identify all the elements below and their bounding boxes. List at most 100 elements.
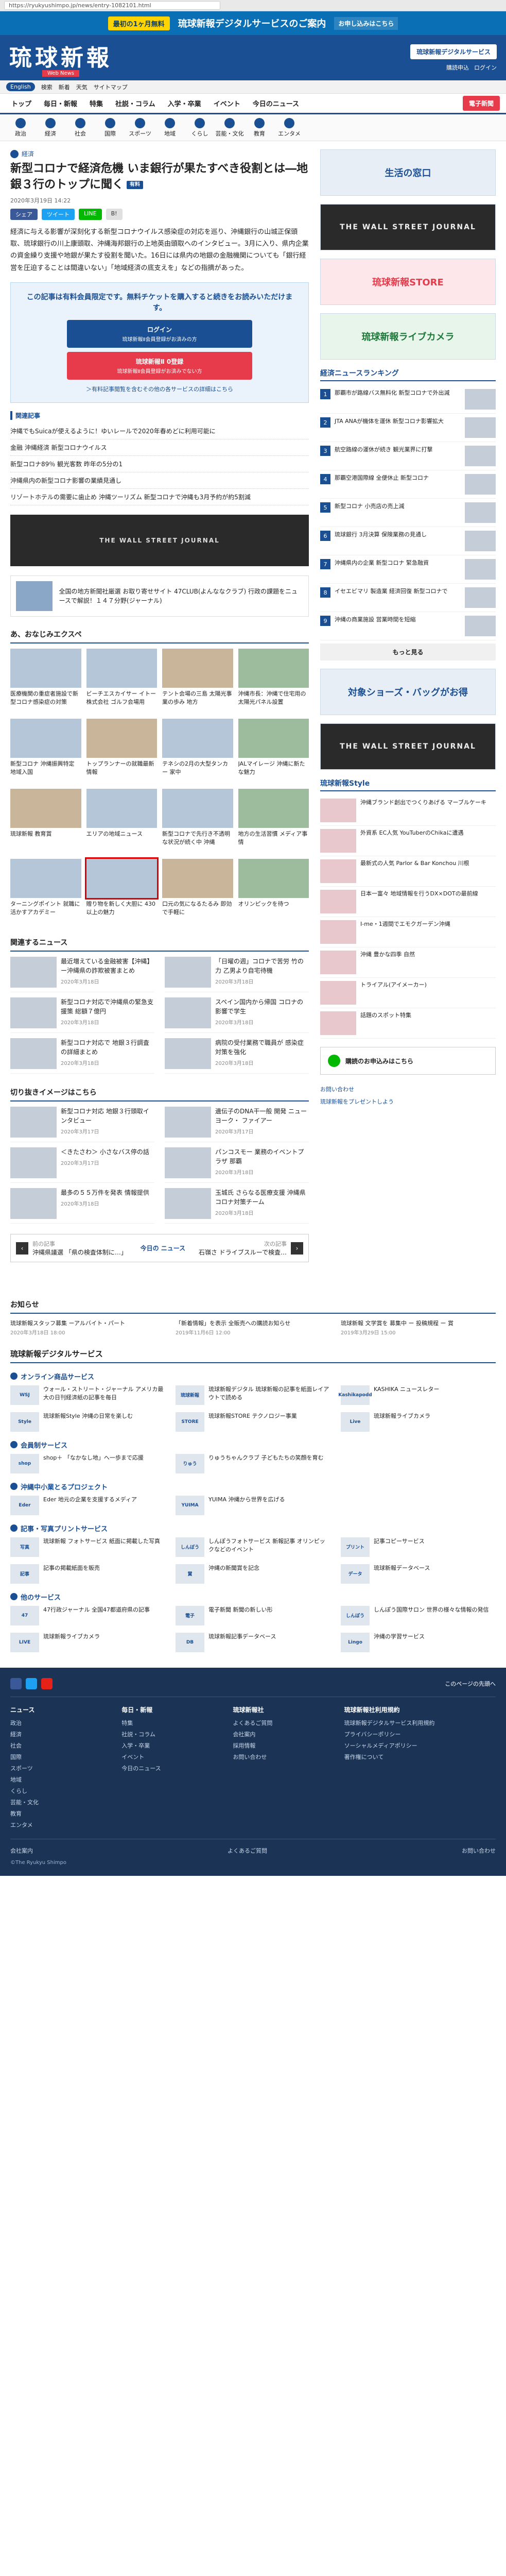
recommend-card[interactable]: 沖縄市長：沖縄で住宅用の太陽光パネル設置 [238, 649, 309, 714]
gnav-event[interactable]: イベント [208, 98, 246, 108]
service-item[interactable]: LIVE 琉球新報ライブカメラ [10, 1632, 165, 1652]
service-item[interactable]: 琉球新報 琉球新報デジタル 琉球新報の記事を紙面レイアウトで読める [176, 1385, 330, 1405]
cat-politics[interactable]: 政治 [6, 117, 35, 138]
line-subscribe-box[interactable]: 購読のお申込みはこちら [320, 1047, 496, 1075]
news-item[interactable]: スペイン国内から帰国 コロナの影響で学生 2020年3月18日 [165, 997, 309, 1033]
style-item[interactable]: 外資系 EC人気 YouTuberのChikaに遭遇 [320, 826, 496, 856]
today-news-link[interactable]: 今日の ニュース [141, 1244, 186, 1252]
footer-link[interactable]: ソーシャルメディアポリシー [344, 1740, 496, 1751]
footer-link[interactable]: 社説・コラム [121, 1728, 222, 1740]
ranking-item[interactable]: 4 那覇空港国際線 全便休止 新型コロナ [320, 470, 496, 499]
paywall-login-button[interactable]: ログイン 琉球新報Ⅱ会員登録がお済みの方 [67, 320, 252, 348]
service-item[interactable]: WSJ ウォール・ストリート・ジャーナル アメリカ最大の日刊経済紙の記事を毎日 [10, 1385, 165, 1405]
external-ad[interactable]: 全国の地方新聞社厳選 お取り寄せサイト 47CLUB(よんななクラブ) 行政の課… [10, 575, 309, 617]
service-item[interactable]: りゅう りゅうちゃんクラブ 子どもたちの笑顔を育む [176, 1453, 330, 1473]
gnav-column[interactable]: 社説・コラム [110, 98, 161, 108]
address-bar[interactable]: https://ryukyushimpo.jp/news/entry-10821… [4, 1, 220, 10]
site-logo[interactable]: 琉球新報 Web News [9, 39, 112, 77]
paywall-note-link[interactable]: ＞有料記事閲覧を含むその他の各サービスの詳細はこちら [20, 385, 299, 393]
service-item[interactable]: しんぽう しんぽう国際サロン 世界の様々な情報の発信 [341, 1605, 496, 1625]
pick-item[interactable]: 玉城氏 さらなる医療支援 沖縄県 コロナ対策チーム 2020年3月18日 [165, 1188, 309, 1224]
footer-link[interactable]: 琉球新報デジタルサービス利用規約 [344, 1717, 496, 1728]
ranking-item[interactable]: 8 イセエビマリ 製造業 経済回復 新型コロナで [320, 584, 496, 612]
gnav-top[interactable]: トップ [6, 98, 37, 108]
contact-footer-link[interactable]: お問い合わせ [462, 1846, 496, 1855]
login-link[interactable]: ログイン [474, 63, 497, 72]
footer-link[interactable]: 国際 [10, 1751, 111, 1762]
cat-sports[interactable]: スポーツ [126, 117, 154, 138]
footer-link[interactable]: 芸能・文化 [10, 1797, 111, 1808]
recommend-card[interactable]: テント会場の三島 太陽光事業の歩み 地方 [162, 649, 233, 714]
bookmark-button[interactable]: B! [106, 208, 123, 220]
cat-society[interactable]: 社会 [66, 117, 95, 138]
service-item[interactable]: 47 47行政ジャーナル 全国47都道府県の記事 [10, 1605, 165, 1625]
notice-item[interactable]: 「新着情報」を表示 全販売への購読お知らせ 2019年11月6日 12:00 [176, 1319, 330, 1336]
latest-link[interactable]: 新着 [59, 83, 70, 91]
news-item[interactable]: 「日曜の週」コロナで苦労 竹の力 乙男より自宅待機 2020年3月18日 [165, 957, 309, 993]
related-item[interactable]: リゾートホテルの需要に歯止め 沖縄ツーリズム 新型コロナで沖縄も3月予約が約5割… [10, 489, 309, 506]
service-item[interactable]: データ 琉球新報データベース [341, 1564, 496, 1584]
contact-link[interactable]: お問い合わせ [320, 1083, 496, 1095]
company-info-link[interactable]: 会社案内 [10, 1846, 33, 1855]
cat-culture[interactable]: 芸能・文化 [215, 117, 244, 138]
news-item[interactable]: 最近増えている金融被害【沖縄】 ー沖縄県の詐欺被害まとめ 2020年3月18日 [10, 957, 154, 993]
ranking-item[interactable]: 3 航空路線の運休が続き 観光業界に打撃 [320, 442, 496, 470]
prev-article[interactable]: ‹ 前の記事 沖縄県議選 「県の検査体制に…」 [16, 1240, 127, 1257]
recommend-card[interactable]: 琉球新報 教育賞 [10, 789, 81, 854]
ranking-item[interactable]: 7 沖縄県内の企業 新型コロナ 緊急融資 [320, 555, 496, 584]
footer-link[interactable]: 採用情報 [233, 1740, 334, 1751]
footer-link[interactable]: 教育 [10, 1808, 111, 1819]
recommend-card[interactable]: オリンピックを待つ [238, 859, 309, 924]
footer-link[interactable]: 今日のニュース [121, 1762, 222, 1774]
recommend-card[interactable]: エリアの地域ニュース [86, 789, 157, 854]
wsj-ad-banner[interactable]: THE WALL STREET JOURNAL [10, 515, 309, 567]
footer-link[interactable]: 社会 [10, 1740, 111, 1751]
faq-link[interactable]: よくあるご質問 [228, 1846, 267, 1855]
news-item[interactable]: 病院の受付業務で職員が 感染症対策を強化 2020年3月18日 [165, 1038, 309, 1074]
pick-item[interactable]: パンコスモー 業務のイベントプラザ 那覇 2020年3月18日 [165, 1147, 309, 1183]
next-article[interactable]: 次の記事 石嶺さ ドライブスルーで検査… › [199, 1240, 303, 1257]
service-item[interactable]: 写真 琉球新報 フォトサービス 紙面に掲載した写真 [10, 1537, 165, 1557]
sidebar-ad-window[interactable]: 生活の窓口 [320, 149, 496, 196]
ranking-item[interactable]: 5 新型コロナ 小売店の売上減 [320, 499, 496, 527]
style-item[interactable]: 日本一富々 地域情報を行うDX×DOTの最前線 [320, 887, 496, 917]
gift-link[interactable]: 琉球新報をプレゼントしよう [320, 1095, 496, 1108]
pick-item[interactable]: 最多の５５万件を発表 情報提供 2020年3月18日 [10, 1188, 154, 1224]
related-item[interactable]: 沖縄県内の新型コロナ影響の業績見通し [10, 472, 309, 489]
footer-link[interactable]: プライバシーポリシー [344, 1728, 496, 1740]
sitemap-link[interactable]: サイトマップ [94, 83, 128, 91]
style-item[interactable]: 沖縄 豊かな四季 自然 [320, 947, 496, 978]
sidebar-wsj-ad-2[interactable]: THE WALL STREET JOURNAL [320, 723, 496, 770]
service-item[interactable]: YUIMA YUIMA 沖縄から世界を広げる [176, 1495, 330, 1515]
promo-banner[interactable]: 最初の1ヶ月無料 琉球新報デジタルサービスのご案内 お申し込みはこちら [0, 11, 506, 35]
back-to-top-link[interactable]: このページの先頭へ [445, 1680, 496, 1688]
article-category[interactable]: 経済 [10, 149, 309, 158]
english-link[interactable]: English [6, 82, 35, 91]
recommend-card[interactable]: 新型コロナ 沖縄振興特定 地域入国 [10, 719, 81, 784]
footer-link[interactable]: 入学・卒業 [121, 1740, 222, 1751]
footer-link[interactable]: エンタメ [10, 1819, 111, 1831]
ranking-item[interactable]: 6 琉球銀行 3月決算 保険業務の見通し [320, 527, 496, 555]
facebook-icon[interactable] [10, 1677, 22, 1689]
style-item[interactable]: I-me・1週間でエモクガーデン沖縄 [320, 917, 496, 947]
sidebar-shoes-ad[interactable]: 対象ショーズ・バッグがお得 [320, 669, 496, 715]
pick-item[interactable]: ＜きたさわ＞ 小さなバス停の話 2020年3月17日 [10, 1147, 154, 1183]
line-share-button[interactable]: LINE [79, 208, 102, 220]
twitter-share-button[interactable]: ツイート [42, 208, 75, 220]
weather-link[interactable]: 天気 [76, 83, 88, 91]
related-item[interactable]: 沖縄でもSuicaが使えるように！ゆいレールで2020年春めどに利用可能に [10, 423, 309, 440]
service-item[interactable]: しんぽう しんぽうフォトサービス 新報記事 オリンピックなどのイベント [176, 1537, 330, 1557]
style-item[interactable]: 最新式の人気 Parlor & Bar Konchou 川根 [320, 856, 496, 887]
service-item[interactable]: DB 琉球新報記事データベース [176, 1632, 330, 1652]
pick-item[interactable]: 遺伝子のDNA干一般 開発 ニューヨーク・ ファイアー 2020年3月17日 [165, 1107, 309, 1143]
gnav-feature[interactable]: 特集 [84, 98, 108, 108]
news-item[interactable]: 新型コロナ対応で 地銀３行調査の詳細まとめ 2020年3月18日 [10, 1038, 154, 1074]
service-item[interactable]: Style 琉球新報Style 沖縄の日常を楽しむ [10, 1412, 165, 1432]
ranking-item[interactable]: 9 沖縄の商業施設 営業時間を短縮 [320, 612, 496, 640]
style-item[interactable]: 話題のスポット特集 [320, 1008, 496, 1039]
footer-link[interactable]: お問い合わせ [233, 1751, 334, 1762]
sidebar-store-ad[interactable]: 琉球新報STORE [320, 259, 496, 305]
subscribe-link[interactable]: 購読申込 [446, 63, 469, 72]
service-item[interactable]: Live 琉球新報ライブカメラ [341, 1412, 496, 1432]
service-item[interactable]: プリント 記事コピーサービス [341, 1537, 496, 1557]
